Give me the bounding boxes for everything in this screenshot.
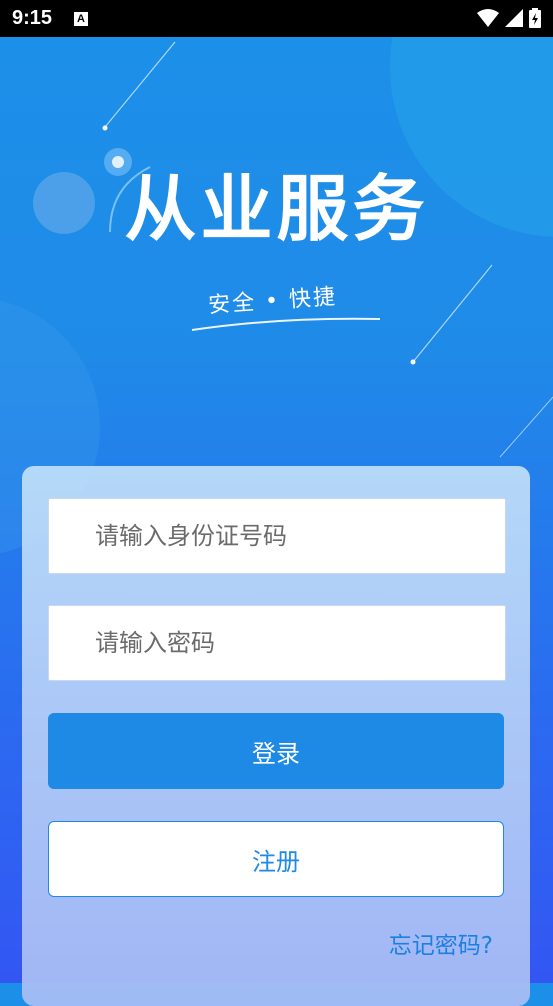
status-time: 9:15: [12, 7, 53, 29]
app-title: 从业服务: [124, 167, 429, 251]
wifi-icon: [477, 9, 499, 27]
cellular-signal-icon: [505, 9, 523, 27]
password-field[interactable]: [48, 605, 506, 681]
notification-a-icon: A: [74, 11, 89, 26]
battery-icon: [529, 8, 541, 28]
login-button[interactable]: 登录: [48, 713, 504, 789]
status-bar: 9:15 A: [0, 0, 553, 37]
forgot-password-link[interactable]: 忘记密码?: [389, 926, 493, 960]
id-number-field[interactable]: [48, 498, 506, 574]
password-input[interactable]: [49, 605, 505, 681]
register-button[interactable]: 注册: [48, 821, 504, 897]
id-number-input[interactable]: [49, 498, 505, 574]
